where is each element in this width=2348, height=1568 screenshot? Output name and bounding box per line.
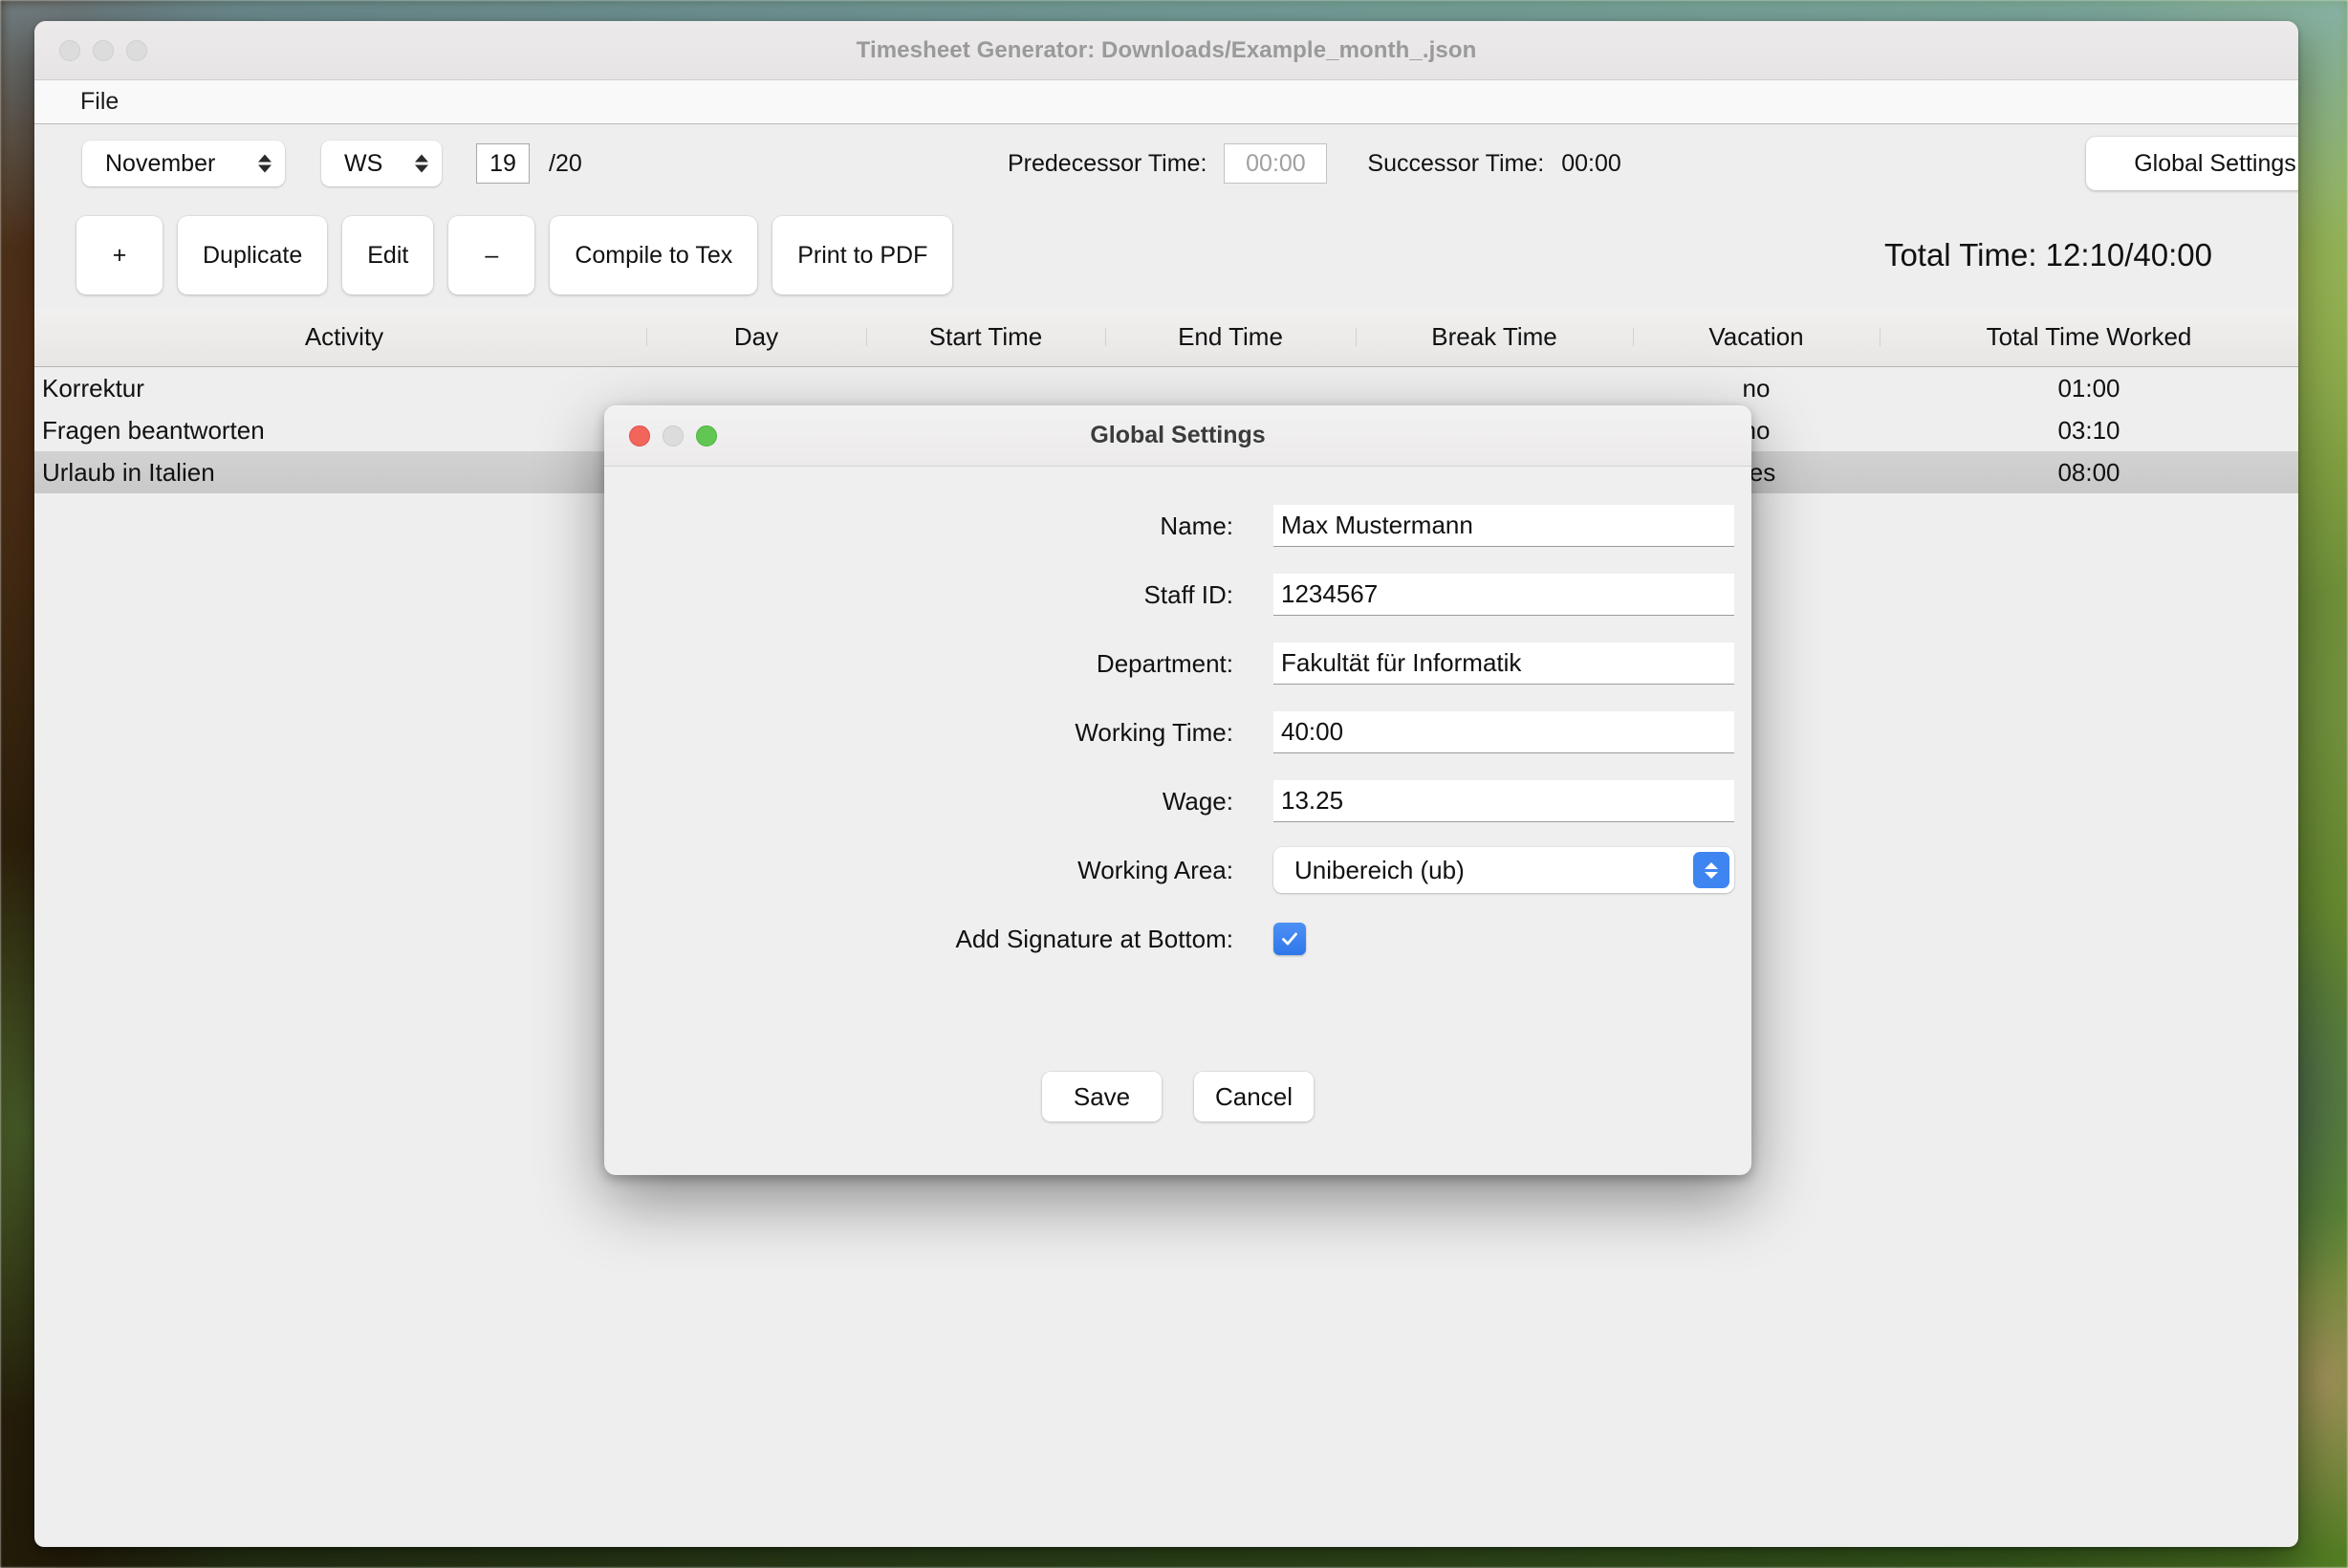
remove-entry-button[interactable]: –: [448, 216, 535, 294]
cell-total-time-worked: 03:10: [2057, 415, 2120, 445]
successor-time-label: Successor Time:: [1367, 149, 1545, 177]
field-row-staff-id: Staff ID:: [604, 560, 1751, 629]
table-header: Activity Day Start Time End Time Break T…: [34, 308, 2298, 367]
save-button[interactable]: Save: [1042, 1072, 1162, 1122]
check-icon: [1282, 932, 1297, 946]
cell-total-time-worked: 01:00: [2057, 373, 2120, 403]
name-label: Name:: [1160, 511, 1233, 540]
toolbar-top: November WS 19 /20 Predecessor Time: 00:…: [34, 124, 2298, 203]
table-row[interactable]: Korrektur no 01:00: [34, 367, 2298, 409]
column-header-break-time[interactable]: Break Time: [1356, 322, 1633, 352]
menu-bar: File: [34, 80, 2298, 124]
field-row-signature: Add Signature at Bottom:: [604, 904, 1751, 973]
dialog-actions: Save Cancel: [604, 1072, 1751, 1122]
field-row-name: Name:: [604, 491, 1751, 560]
month-dropdown[interactable]: November: [82, 141, 285, 186]
dialog-title: Global Settings: [1090, 422, 1266, 448]
predecessor-time-input[interactable]: 00:00: [1224, 143, 1328, 184]
cell-activity: Korrektur: [42, 373, 144, 403]
field-row-working-time: Working Time:: [604, 698, 1751, 767]
total-time-label: Total Time: 12:10/40:00: [1883, 237, 2212, 272]
column-header-activity[interactable]: Activity: [34, 322, 646, 352]
column-header-start-time[interactable]: Start Time: [866, 322, 1105, 352]
main-titlebar: Timesheet Generator: Downloads/Example_m…: [34, 21, 2298, 80]
column-header-total-time-worked[interactable]: Total Time Worked: [1880, 322, 2298, 352]
field-row-department: Department:: [604, 629, 1751, 698]
cell-activity: Fragen beantworten: [42, 415, 265, 445]
field-row-wage: Wage:: [604, 767, 1751, 836]
column-header-end-time[interactable]: End Time: [1105, 322, 1356, 352]
field-row-working-area: Working Area: Unibereich (ub): [604, 836, 1751, 904]
week-number-input[interactable]: 19: [476, 143, 530, 184]
working-time-field[interactable]: [1273, 711, 1734, 753]
semester-dropdown[interactable]: WS: [321, 141, 442, 186]
wage-label: Wage:: [1162, 786, 1233, 816]
working-area-label: Working Area:: [1077, 855, 1233, 884]
dialog-titlebar: Global Settings: [604, 405, 1751, 467]
chevron-updown-icon: [415, 154, 428, 173]
duplicate-entry-button[interactable]: Duplicate: [178, 216, 328, 294]
chevron-updown-icon: [258, 154, 272, 173]
cell-activity: Urlaub in Italien: [42, 457, 215, 487]
wage-field[interactable]: [1273, 780, 1734, 822]
column-header-day[interactable]: Day: [646, 322, 866, 352]
time-summary-group: Predecessor Time: 00:00 Successor Time: …: [1008, 143, 1621, 184]
successor-time-value: 00:00: [1561, 149, 1621, 177]
column-header-vacation[interactable]: Vacation: [1633, 322, 1880, 352]
cell-vacation: no: [1742, 373, 1771, 403]
dialog-body: Name: Staff ID: Department: Working Time…: [604, 467, 1751, 973]
predecessor-time-label: Predecessor Time:: [1008, 149, 1207, 177]
edit-entry-button[interactable]: Edit: [342, 216, 434, 294]
month-dropdown-value: November: [105, 149, 216, 177]
name-field[interactable]: [1273, 505, 1734, 547]
toolbar-actions: + Duplicate Edit – Compile to Tex Print …: [34, 203, 2298, 308]
menu-item-file[interactable]: File: [71, 88, 128, 116]
cancel-button[interactable]: Cancel: [1194, 1072, 1314, 1122]
compile-to-tex-button[interactable]: Compile to Tex: [550, 216, 758, 294]
global-settings-button[interactable]: Global Settings: [2086, 137, 2298, 190]
week-total-label: /20: [549, 149, 582, 177]
chevron-updown-icon: [1693, 852, 1729, 888]
department-label: Department:: [1096, 648, 1233, 678]
global-settings-dialog: Global Settings Name: Staff ID: Departme…: [604, 405, 1751, 1175]
semester-dropdown-value: WS: [344, 149, 383, 177]
add-signature-label: Add Signature at Bottom:: [955, 924, 1233, 953]
staff-id-label: Staff ID:: [1143, 579, 1233, 609]
working-area-dropdown[interactable]: Unibereich (ub): [1273, 847, 1734, 893]
add-signature-checkbox[interactable]: [1273, 923, 1306, 955]
department-field[interactable]: [1273, 642, 1734, 685]
window-title: Timesheet Generator: Downloads/Example_m…: [856, 36, 1477, 63]
working-time-label: Working Time:: [1075, 717, 1233, 747]
add-entry-button[interactable]: +: [76, 216, 163, 294]
print-to-pdf-button[interactable]: Print to PDF: [772, 216, 953, 294]
staff-id-field[interactable]: [1273, 574, 1734, 616]
working-area-value: Unibereich (ub): [1294, 855, 1465, 884]
cell-total-time-worked: 08:00: [2057, 457, 2120, 487]
